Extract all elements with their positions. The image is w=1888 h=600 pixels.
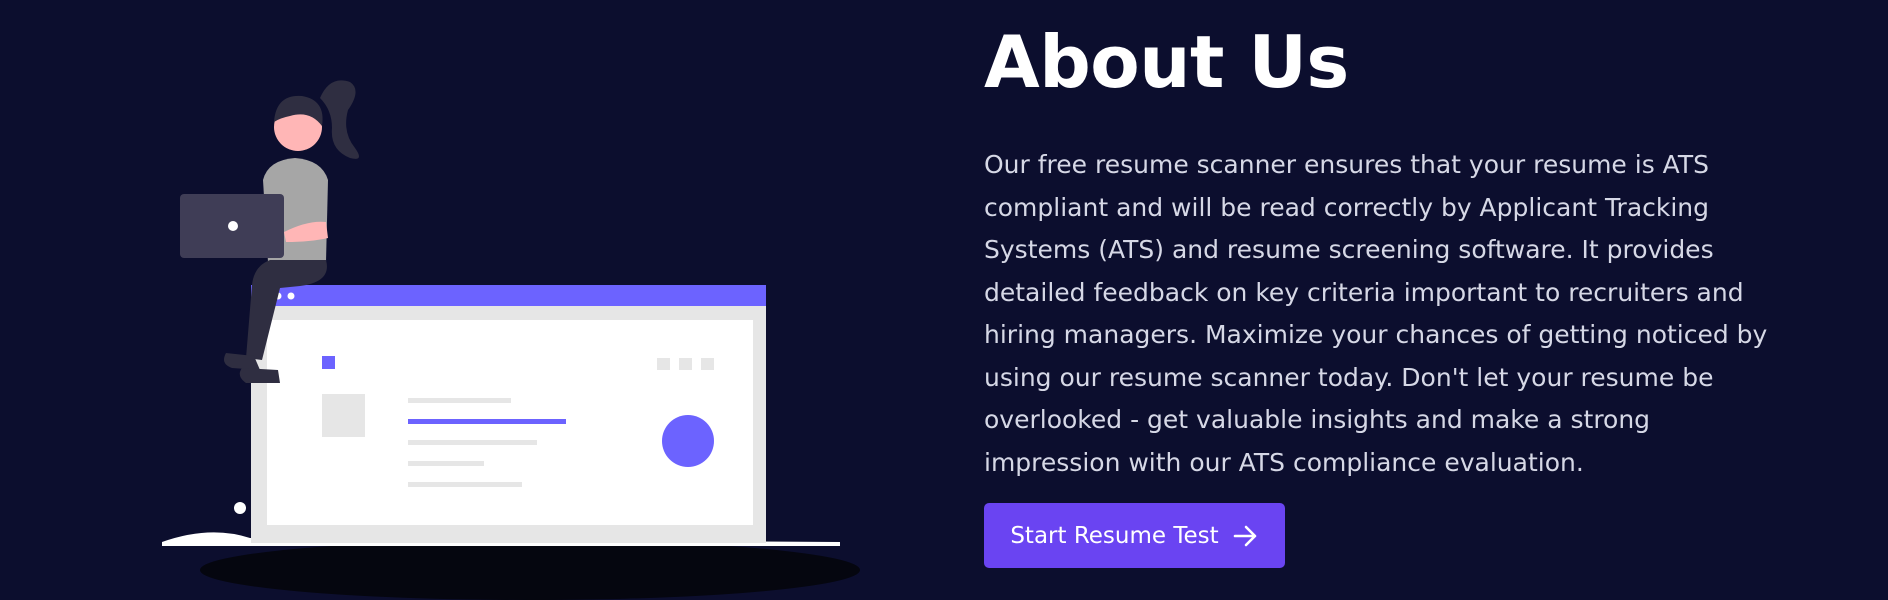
content-line xyxy=(408,398,511,403)
about-description: Our free resume scanner ensures that you… xyxy=(984,150,1768,477)
start-resume-test-label: Start Resume Test xyxy=(1010,522,1219,549)
foot xyxy=(239,368,280,383)
browser-titlebar xyxy=(251,285,766,306)
content-square-icon xyxy=(657,358,670,370)
content-square-icon xyxy=(701,358,714,370)
content-square-icon xyxy=(322,356,335,369)
laptop-logo xyxy=(228,221,238,231)
content-line xyxy=(408,440,537,445)
woman-with-laptop-illustration xyxy=(162,80,860,600)
start-resume-test-button[interactable]: Start Resume Test xyxy=(984,503,1285,568)
about-section: About Us Our free resume scanner ensures… xyxy=(0,0,1888,600)
content-line-highlight xyxy=(408,419,566,424)
browser-dot-icon xyxy=(287,292,295,300)
hero-illustration xyxy=(150,70,860,600)
content-square-icon xyxy=(679,358,692,370)
arrow-right-icon xyxy=(1233,525,1259,547)
content-image-placeholder xyxy=(322,394,365,437)
about-content: About Us Our free resume scanner ensures… xyxy=(984,0,1804,568)
content-line xyxy=(408,482,522,487)
hair-bun xyxy=(320,80,359,159)
ground-shadow xyxy=(200,540,860,600)
content-line xyxy=(408,461,484,466)
content-circle xyxy=(662,415,714,467)
ground-dot xyxy=(234,502,246,514)
page-title: About Us xyxy=(984,20,1349,104)
